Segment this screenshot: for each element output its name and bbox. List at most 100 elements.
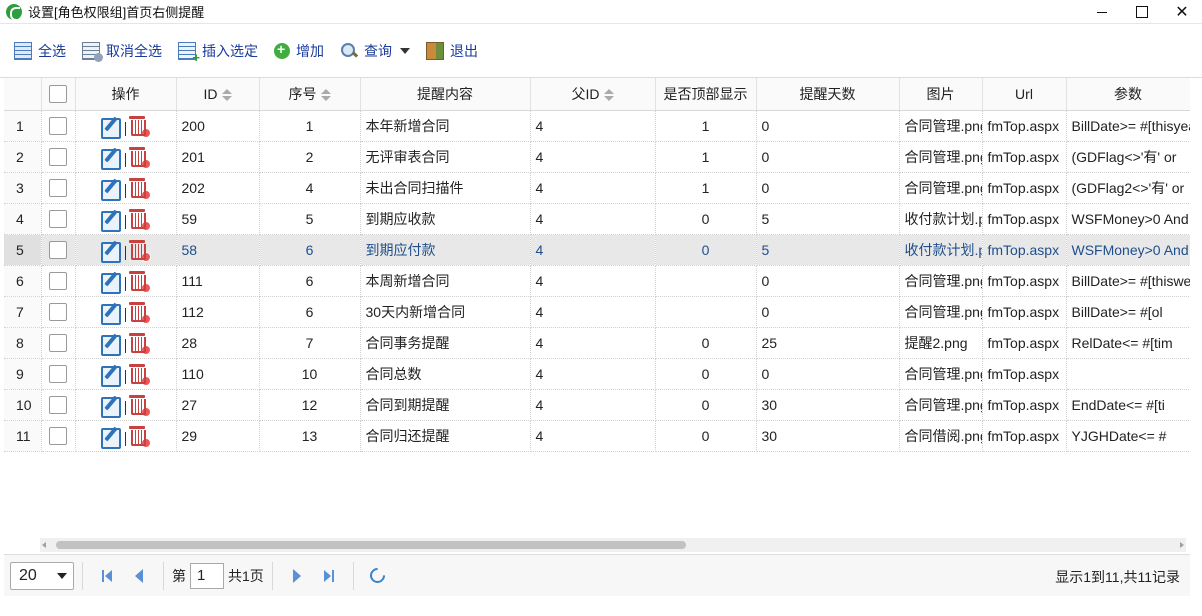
header-show-top[interactable]: 是否顶部显示 [655, 78, 757, 111]
row-checkbox[interactable] [49, 395, 67, 414]
row-actions [81, 332, 171, 356]
cancel-select-icon [82, 41, 103, 62]
table-row[interactable]: 8 28 7 合同事务提醒 4 0 25 提醒2.png fmTop.aspx RelDate<=… [4, 327, 1190, 359]
header-days[interactable]: 提醒天数 [756, 78, 900, 111]
header-params[interactable]: 参数 [1066, 78, 1190, 111]
delete-icon[interactable] [128, 115, 151, 138]
table-row[interactable]: 3 202 4 未出合同扫描件 4 1 0 合同管理.png fmTop.aspx (GDFlag… [4, 172, 1190, 204]
edit-icon[interactable] [101, 116, 121, 139]
pager-divider [163, 561, 164, 590]
delete-icon[interactable] [128, 332, 151, 355]
table-row[interactable]: 2 201 2 无评审表合同 4 1 0 合同管理.png fmTop.aspx (GDFlag<… [4, 141, 1190, 173]
cell-id: 27 [176, 389, 260, 421]
edit-icon[interactable] [101, 209, 121, 232]
delete-badge-icon [141, 406, 151, 417]
row-checkbox[interactable] [49, 302, 67, 321]
minimize-button[interactable] [1082, 0, 1122, 24]
delete-badge-icon [141, 282, 151, 293]
pagination-bar: 20 第 1 共1页 显示1到11,共11记录 [4, 554, 1190, 596]
select-all-checkbox[interactable] [49, 84, 67, 103]
cell-content: 本周新增合同 [360, 265, 531, 297]
table-row[interactable]: 10 27 12 合同到期提醒 4 0 30 合同管理.png fmTop.aspx EndDat… [4, 389, 1190, 421]
scrollbar-thumb[interactable] [56, 541, 686, 549]
cancel-select-all-button[interactable]: 取消全选 [82, 39, 162, 63]
delete-icon[interactable] [128, 425, 151, 448]
table-row[interactable]: 6 111 6 本周新增合同 4 0 合同管理.png fmTop.aspx BillDate>… [4, 265, 1190, 297]
horizontal-scrollbar[interactable] [40, 538, 1186, 552]
row-ops [75, 265, 177, 297]
page-size-select[interactable]: 20 [10, 561, 74, 590]
chevron-down-icon[interactable] [400, 47, 410, 54]
table-row[interactable]: 4595到期应收款405收付款计划.pngfmTop.aspxWSFMoney>… [4, 203, 1190, 235]
maximize-button[interactable] [1122, 0, 1162, 24]
scroll-right-icon[interactable] [1180, 542, 1184, 548]
page-number-input[interactable]: 1 [190, 562, 224, 589]
row-checkbox[interactable] [49, 116, 67, 135]
last-page-button[interactable] [318, 565, 340, 587]
header-content[interactable]: 提醒内容 [360, 78, 531, 111]
delete-icon[interactable] [128, 239, 151, 262]
cell-days: 25 [756, 327, 900, 359]
query-label: 查询 [364, 42, 392, 59]
total-pages-label: 共1页 [228, 567, 264, 584]
edit-icon[interactable] [101, 426, 121, 449]
delete-icon[interactable] [128, 146, 151, 169]
row-checkbox[interactable] [49, 426, 67, 445]
close-button[interactable]: ✕ [1162, 0, 1202, 24]
add-icon [274, 41, 290, 59]
row-checkbox[interactable] [49, 271, 67, 290]
delete-icon[interactable] [128, 177, 151, 200]
edit-icon[interactable] [101, 395, 121, 418]
delete-icon[interactable] [128, 270, 151, 293]
row-checkbox[interactable] [49, 364, 67, 383]
delete-icon[interactable] [128, 363, 151, 386]
query-button[interactable]: 查询 [340, 39, 410, 63]
edit-icon[interactable] [101, 333, 121, 356]
edit-icon[interactable] [101, 271, 121, 294]
header-parent-id[interactable]: 父ID [530, 78, 656, 111]
row-checkbox[interactable] [49, 209, 67, 228]
cell-id: 202 [176, 172, 260, 204]
delete-icon[interactable] [128, 208, 151, 231]
edit-icon[interactable] [101, 147, 121, 170]
delete-icon[interactable] [128, 394, 151, 417]
row-checkbox[interactable] [49, 240, 67, 259]
exit-button[interactable]: 退出 [426, 39, 478, 63]
row-ops [75, 296, 177, 328]
table-row[interactable]: 9 110 10 合同总数 4 0 0 合同管理.png fmTop.aspx [4, 358, 1190, 390]
table-row[interactable]: 1 200 1 本年新增合同 4 1 0 合同管理.png fmTop.aspx BillDate… [4, 110, 1190, 142]
first-page-button[interactable] [96, 565, 118, 587]
row-number: 3 [4, 172, 42, 204]
sort-icon [320, 89, 331, 102]
pager-divider [352, 561, 354, 590]
delete-icon[interactable] [128, 301, 151, 324]
add-button[interactable]: 增加 [274, 39, 324, 63]
row-checkbox[interactable] [49, 178, 67, 197]
table-row[interactable]: 11 29 13 合同归还提醒 4 0 30 合同借阅.png fmTop.aspx YJGHDa… [4, 420, 1190, 452]
row-checkbox-cell [41, 203, 76, 235]
cell-content: 到期应收款 [360, 203, 531, 235]
insert-selected-button[interactable]: 插入选定 [178, 39, 258, 65]
edit-icon[interactable] [101, 364, 121, 387]
prev-page-button[interactable] [128, 565, 150, 587]
cell-url: fmTop.aspx [982, 327, 1067, 359]
row-ops [75, 172, 177, 204]
select-all-label: 全选 [38, 42, 66, 59]
row-checkbox[interactable] [49, 333, 67, 352]
edit-icon[interactable] [101, 178, 121, 201]
header-image[interactable]: 图片 [899, 78, 983, 111]
header-url[interactable]: Url [982, 78, 1067, 111]
cell-parent-id: 4 [530, 110, 656, 142]
table-row[interactable]: 5586到期应付款405收付款计划.pngfmTop.aspxWSFMoney>… [4, 234, 1190, 266]
row-actions [81, 270, 171, 294]
scroll-left-icon[interactable] [42, 542, 46, 548]
header-id[interactable]: ID [176, 78, 260, 111]
row-checkbox[interactable] [49, 147, 67, 166]
edit-icon[interactable] [101, 240, 121, 263]
select-all-button[interactable]: 全选 [14, 39, 66, 63]
next-page-button[interactable] [286, 565, 308, 587]
edit-icon[interactable] [101, 302, 121, 325]
refresh-button[interactable] [367, 565, 389, 587]
header-seq[interactable]: 序号 [259, 78, 361, 111]
table-row[interactable]: 7 112 6 30天内新增合同 4 0 合同管理.png fmTop.aspx BillDat… [4, 296, 1190, 328]
